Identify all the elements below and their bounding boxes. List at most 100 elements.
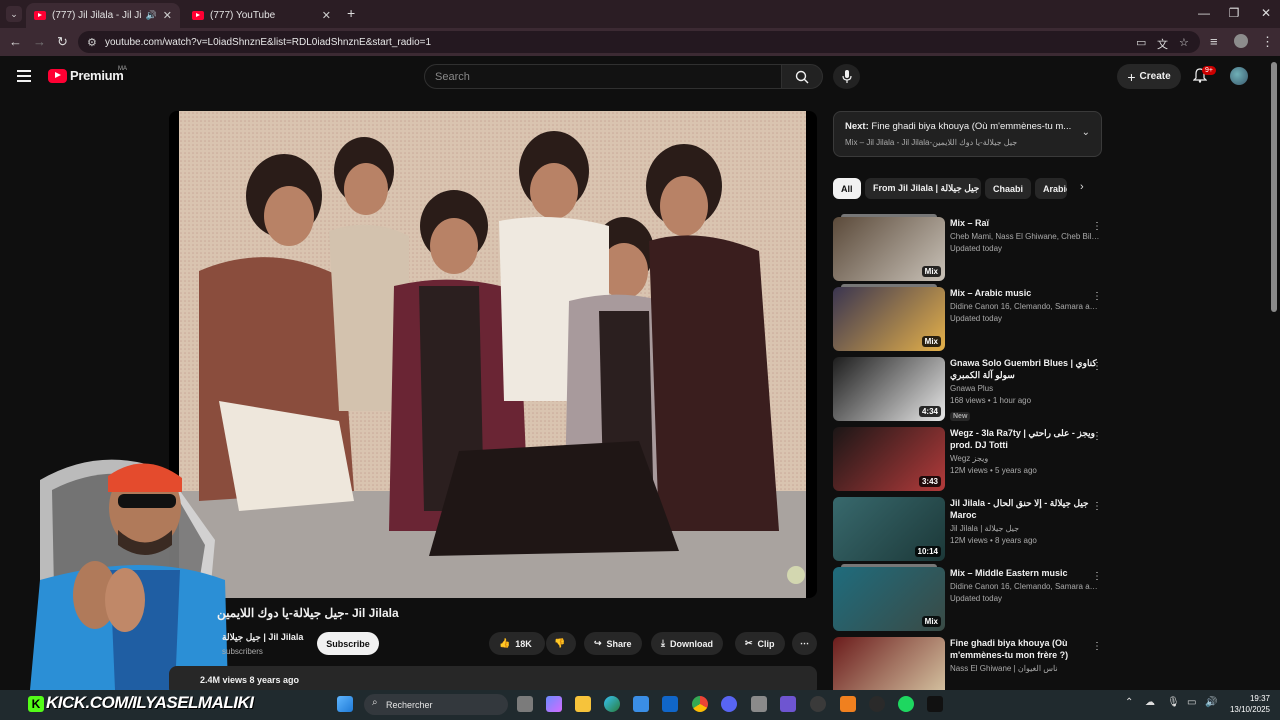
- outlook-icon[interactable]: [662, 696, 678, 712]
- tab-search-button[interactable]: ⌄: [6, 6, 22, 22]
- recommendation-title[interactable]: Mix – Raï: [950, 217, 1100, 229]
- recommendation-item[interactable]: 10:14 Jil Jilala - جيل جيلالة - إلا حنق ا…: [833, 497, 1108, 563]
- like-button[interactable]: 👍 18K: [489, 632, 545, 655]
- cast-icon[interactable]: ▭: [1136, 36, 1146, 49]
- subscribe-button[interactable]: Subscribe: [317, 632, 379, 655]
- address-bar[interactable]: ⚙ youtube.com/watch?v=L0iadShnznE&list=R…: [78, 31, 1200, 53]
- recommendation-info: Mix – Arabic music Didine Canon 16, Clema…: [950, 287, 1100, 323]
- spotify-icon[interactable]: [898, 696, 914, 712]
- recommendation-title[interactable]: Mix – Arabic music: [950, 287, 1100, 299]
- folder-app-icon[interactable]: [751, 696, 767, 712]
- back-icon[interactable]: ←: [9, 34, 22, 49]
- recommendation-item[interactable]: Mix Mix – Arabic music Didine Canon 16, Cl…: [833, 284, 1108, 353]
- microphone-icon: [841, 69, 852, 83]
- bookmark-star-icon[interactable]: ☆: [1179, 36, 1189, 49]
- scrollbar[interactable]: [1271, 62, 1277, 312]
- copilot-icon[interactable]: [546, 696, 562, 712]
- more-vertical-icon[interactable]: ⋮: [1092, 571, 1102, 582]
- game-app-icon[interactable]: [780, 696, 796, 712]
- chip-chaabi[interactable]: Chaabi: [985, 178, 1032, 199]
- start-icon[interactable]: [337, 696, 353, 712]
- chevron-down-icon[interactable]: ⌄: [1082, 127, 1090, 138]
- taskbar-clock[interactable]: 19:37 13/10/2025: [1226, 693, 1270, 715]
- task-view-icon[interactable]: [517, 696, 533, 712]
- recommendation-title[interactable]: Gnawa Solo Guembri Blues | كناوي سولو آل…: [950, 357, 1100, 381]
- video-thumbnail[interactable]: 4:34: [833, 357, 945, 421]
- profile-avatar-icon[interactable]: [1234, 34, 1248, 48]
- minimize-icon[interactable]: —: [1194, 6, 1214, 20]
- recommendation-title[interactable]: Fine ghadi biya khouya (Où m'emmènes-tu …: [950, 637, 1100, 661]
- browser-menu-icon[interactable]: ⋮: [1261, 34, 1274, 50]
- dislike-button[interactable]: 👎: [546, 632, 576, 655]
- discord-icon[interactable]: [721, 696, 737, 712]
- chrome-icon[interactable]: [692, 696, 708, 712]
- download-button[interactable]: ⤓ Download: [651, 632, 723, 655]
- more-vertical-icon[interactable]: ⋮: [1092, 361, 1102, 372]
- more-vertical-icon[interactable]: ⋮: [1092, 431, 1102, 442]
- voice-search-button[interactable]: [833, 64, 860, 89]
- video-thumbnail[interactable]: Mix: [833, 567, 945, 631]
- account-avatar[interactable]: [1230, 67, 1248, 85]
- youtube-favicon-icon: [192, 11, 204, 20]
- search-button[interactable]: [781, 64, 823, 89]
- chevron-right-icon[interactable]: ›: [1080, 181, 1084, 193]
- youtube-premium-logo[interactable]: Premium MA: [48, 66, 127, 83]
- recommendation-item[interactable]: 4:34 Gnawa Solo Guembri Blues | كناوي سول…: [833, 357, 1108, 423]
- up-next-panel[interactable]: Next: Fine ghadi biya khouya (Où m'emmèn…: [833, 111, 1102, 157]
- video-thumbnail[interactable]: Mix: [833, 287, 945, 351]
- video-player[interactable]: [169, 111, 817, 598]
- capcut-icon[interactable]: [927, 696, 943, 712]
- chip-from-channel[interactable]: From Jil Jilala | جيل جيلالة: [865, 178, 981, 199]
- more-vertical-icon[interactable]: ⋮: [1092, 641, 1102, 652]
- new-tab-button[interactable]: +: [347, 5, 355, 21]
- taskbar-search-input[interactable]: Rechercher: [364, 694, 508, 715]
- audio-app-icon[interactable]: [869, 696, 885, 712]
- more-vertical-icon[interactable]: ⋮: [1092, 501, 1102, 512]
- browser-tab-active[interactable]: (777) Jil Jilala - Jil Jilala-جيل جيلالة…: [26, 3, 180, 28]
- recommendation-item[interactable]: Mix Mix – Middle Eastern music Didine Cano…: [833, 564, 1108, 633]
- clip-button[interactable]: ✂ Clip: [735, 632, 785, 655]
- video-thumbnail[interactable]: 3:43: [833, 427, 945, 491]
- edge-icon[interactable]: [604, 696, 620, 712]
- recommendation-title[interactable]: Mix – Middle Eastern music: [950, 567, 1100, 579]
- video-thumbnail[interactable]: 10:14: [833, 497, 945, 561]
- reading-list-icon[interactable]: ≡: [1210, 34, 1218, 49]
- forward-icon[interactable]: →: [33, 34, 46, 49]
- audio-playing-icon[interactable]: 🔊: [146, 10, 157, 21]
- close-tab-icon[interactable]: ✕: [163, 9, 172, 22]
- recommendation-meta: Updated today: [950, 314, 1003, 323]
- translate-icon[interactable]: 文: [1157, 36, 1168, 52]
- restore-icon[interactable]: ❐: [1224, 6, 1244, 20]
- chip-arabic[interactable]: Arabic: [1035, 178, 1067, 199]
- recommendation-meta: Updated today: [950, 594, 1003, 603]
- reload-icon[interactable]: ↻: [57, 34, 68, 50]
- more-vertical-icon[interactable]: ⋮: [1092, 291, 1102, 302]
- volume-icon[interactable]: 🔊: [1205, 697, 1217, 708]
- channel-name[interactable]: جيل جيلالة | Jil Jilala: [222, 632, 303, 643]
- tray-chevron-up-icon[interactable]: ⌃: [1125, 697, 1133, 708]
- store-icon[interactable]: [633, 696, 649, 712]
- video-thumbnail[interactable]: Mix: [833, 217, 945, 281]
- microphone-tray-icon[interactable]: 🎙: [1167, 697, 1180, 708]
- create-button[interactable]: + Create: [1117, 64, 1181, 89]
- more-actions-button[interactable]: ⋯: [792, 632, 817, 655]
- menu-icon[interactable]: [17, 70, 31, 85]
- site-info-icon[interactable]: ⚙: [87, 36, 97, 49]
- share-button[interactable]: ↪ Share: [584, 632, 642, 655]
- country-code: MA: [118, 66, 127, 72]
- recommendation-title[interactable]: Wegz - 3la Ra7ty | ويجز - على راحتي prod…: [950, 427, 1100, 451]
- browser-tab[interactable]: (777) YouTube ✕: [184, 3, 339, 28]
- vlc-icon[interactable]: [840, 696, 856, 712]
- cloud-icon[interactable]: ☁: [1145, 697, 1155, 708]
- recommendation-title[interactable]: Jil Jilala - جيل جيلالة - إلا حنق الحال …: [950, 497, 1100, 521]
- file-explorer-icon[interactable]: [575, 696, 591, 712]
- close-tab-icon[interactable]: ✕: [322, 9, 331, 22]
- chip-all[interactable]: All: [833, 178, 861, 199]
- network-icon[interactable]: ▭: [1187, 697, 1196, 708]
- close-window-icon[interactable]: ✕: [1256, 6, 1276, 20]
- recommendation-item[interactable]: Mix Mix – Raï Cheb Mami, Nass El Ghiwane, …: [833, 214, 1108, 283]
- obs-icon[interactable]: [810, 696, 826, 712]
- more-vertical-icon[interactable]: ⋮: [1092, 221, 1102, 232]
- search-input[interactable]: Search: [424, 64, 782, 89]
- recommendation-item[interactable]: 3:43 Wegz - 3la Ra7ty | ويجز - على راحتي …: [833, 427, 1108, 493]
